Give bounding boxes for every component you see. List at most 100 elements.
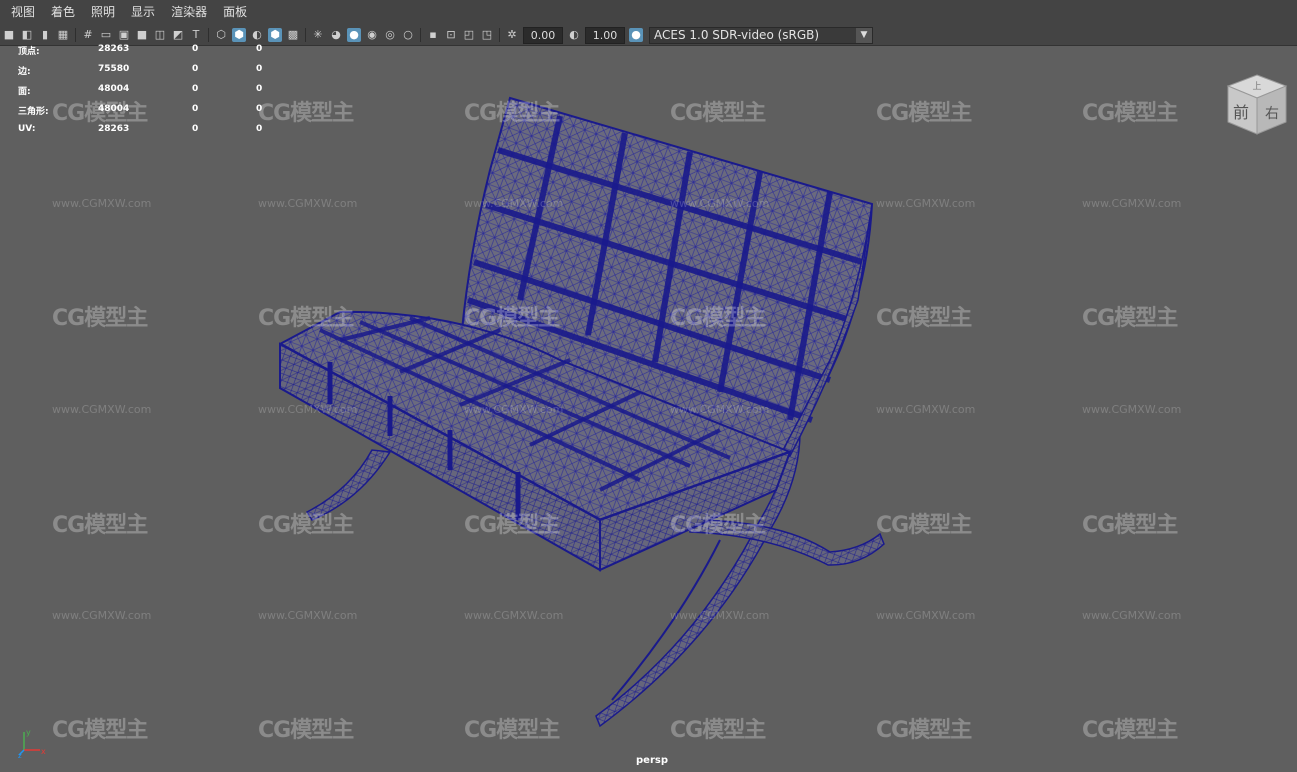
viewcube-top-label: 上	[1252, 81, 1261, 92]
camera-label: persp	[636, 755, 668, 766]
exposure-icon[interactable]: ✲	[505, 28, 519, 42]
stat-row: 三角形: 48004 0 0	[0, 104, 300, 124]
watermark-logo: CG模型主	[258, 513, 354, 538]
smooth-shade-icon[interactable]: ⬢	[232, 28, 246, 42]
stat-label: 边:	[18, 67, 31, 77]
watermark-logo: CG模型主	[670, 306, 766, 331]
view-cube[interactable]: 上 前 右	[1222, 72, 1292, 146]
watermark-logo: CG模型主	[52, 513, 148, 538]
menu-item-2[interactable]: 照明	[83, 0, 123, 25]
menu-item-1[interactable]: 着色	[43, 0, 83, 25]
toolbar-icons: ■ ◧ ▮ ▦ # ▭ ▣ ■ ◫ ◩ T ⬡ ⬢ ◐ ⬢ ▩ ✳ ◕ ● ◉ ◎ ○ ▪ ⊡ ◰ ◳ ✲	[0, 25, 521, 45]
watermark-logo: CG模型主	[464, 513, 560, 538]
gamma-icon[interactable]: ◐	[567, 28, 581, 42]
watermark-url: www.CGMXW.com	[52, 609, 152, 622]
stat-v2: 0	[192, 64, 199, 74]
stat-row: UV: 28263 0 0	[0, 124, 300, 144]
stat-label: 面:	[18, 87, 31, 97]
shadows-icon[interactable]: ◕	[329, 28, 343, 42]
axis-z-label: z	[18, 752, 22, 758]
axis-indicator: y x z	[18, 728, 48, 762]
watermark-url: www.CGMXW.com	[876, 403, 976, 416]
stat-row: 面: 48004 0 0	[0, 84, 300, 104]
watermark-logo: CG模型主	[876, 306, 972, 331]
watermark-url: www.CGMXW.com	[52, 403, 152, 416]
antialias-icon[interactable]: ◎	[383, 28, 397, 42]
image-plane-icon[interactable]: ▦	[56, 28, 70, 42]
watermark-logo: CG模型主	[1082, 101, 1178, 126]
stat-v3: 0	[256, 84, 263, 94]
panel-toolbar: ■ ◧ ▮ ▦ # ▭ ▣ ■ ◫ ◩ T ⬡ ⬢ ◐ ⬢ ▩ ✳ ◕ ● ◉ ◎ ○ ▪ ⊡ ◰ ◳ ✲ 0.00 ◐ 1.00 …	[0, 25, 1297, 46]
stat-v2: 0	[192, 104, 199, 114]
watermark-logo: CG模型主	[464, 306, 560, 331]
menu-item-0[interactable]: 视图	[0, 0, 43, 25]
xray-component-icon[interactable]: ◳	[480, 28, 494, 42]
exposure-field[interactable]: 0.00	[523, 26, 563, 44]
menu-item-3[interactable]: 显示	[123, 0, 163, 25]
watermark-url: www.CGMXW.com	[670, 609, 770, 622]
safe-action-icon[interactable]: ◩	[171, 28, 185, 42]
stat-label: 顶点:	[18, 47, 40, 57]
watermark-logo: CG模型主	[670, 513, 766, 538]
watermark-logo: CG模型主	[258, 306, 354, 331]
toolbar-separator	[420, 28, 421, 42]
watermark-url: www.CGMXW.com	[52, 197, 152, 210]
grid-icon[interactable]: #	[81, 28, 95, 42]
wireframe-icon[interactable]: ⬡	[214, 28, 228, 42]
gate-mask-icon[interactable]: ■	[135, 28, 149, 42]
chevron-down-icon[interactable]: ▼	[856, 27, 872, 43]
safe-title-icon[interactable]: T	[189, 28, 203, 42]
toolbar-separator	[499, 28, 500, 42]
film-gate-icon[interactable]: ▭	[99, 28, 113, 42]
stat-label: UV:	[18, 124, 36, 134]
color-space-value: ACES 1.0 SDR-video (sRGB)	[654, 27, 820, 42]
textured-icon[interactable]: ▩	[286, 28, 300, 42]
menu-item-4[interactable]: 渲染器	[163, 0, 215, 25]
camera-icon[interactable]: ■	[2, 28, 16, 42]
watermark-url: www.CGMXW.com	[1082, 403, 1182, 416]
viewcube-right-label: 右	[1265, 106, 1279, 122]
watermark-logo: CG模型主	[258, 718, 354, 743]
xray-joints-icon[interactable]: ◰	[462, 28, 476, 42]
ambient-occlusion-icon[interactable]: ●	[347, 28, 361, 42]
isolate-icon[interactable]: ▪	[426, 28, 440, 42]
stat-v2: 0	[192, 44, 199, 54]
watermark-logo: CG模型主	[670, 718, 766, 743]
watermark-url: www.CGMXW.com	[876, 609, 976, 622]
watermark-url: www.CGMXW.com	[876, 197, 976, 210]
watermark-logo: CG模型主	[52, 718, 148, 743]
xray-icon[interactable]: ⊡	[444, 28, 458, 42]
stat-v1: 48004	[98, 104, 130, 114]
watermark-logo: CG模型主	[876, 101, 972, 126]
wireframe-on-shaded-icon[interactable]: ⬢	[268, 28, 282, 42]
toolbar-separator	[75, 28, 76, 42]
stat-v1: 75580	[98, 64, 130, 74]
watermark-url: www.CGMXW.com	[464, 609, 564, 622]
axis-x-label: x	[41, 747, 46, 756]
toolbar-separator	[208, 28, 209, 42]
stat-label: 三角形:	[18, 107, 49, 117]
lights-icon[interactable]: ✳	[311, 28, 325, 42]
watermark-url: www.CGMXW.com	[258, 403, 358, 416]
depth-of-field-icon[interactable]: ○	[401, 28, 415, 42]
color-space-dropdown[interactable]: ACES 1.0 SDR-video (sRGB) ▼	[649, 26, 873, 44]
default-material-icon[interactable]: ◐	[250, 28, 264, 42]
stat-row: 边: 75580 0 0	[0, 64, 300, 84]
watermark-url: www.CGMXW.com	[670, 403, 770, 416]
stat-v2: 0	[192, 84, 199, 94]
bookmark-icon[interactable]: ▮	[38, 28, 52, 42]
toolbar-separator	[305, 28, 306, 42]
stat-v1: 48004	[98, 84, 130, 94]
motion-blur-icon[interactable]: ◉	[365, 28, 379, 42]
stat-v3: 0	[256, 124, 263, 134]
resolution-gate-icon[interactable]: ▣	[117, 28, 131, 42]
watermark-url: www.CGMXW.com	[258, 197, 358, 210]
gamma-field[interactable]: 1.00	[585, 26, 625, 44]
camera-attr-icon[interactable]: ◧	[20, 28, 34, 42]
watermark-logo: CG模型主	[52, 306, 148, 331]
menu-item-5[interactable]: 面板	[215, 0, 255, 25]
stat-v1: 28263	[98, 44, 130, 54]
axis-y-label: y	[26, 728, 31, 737]
field-chart-icon[interactable]: ◫	[153, 28, 167, 42]
color-management-icon[interactable]: ●	[629, 28, 643, 42]
